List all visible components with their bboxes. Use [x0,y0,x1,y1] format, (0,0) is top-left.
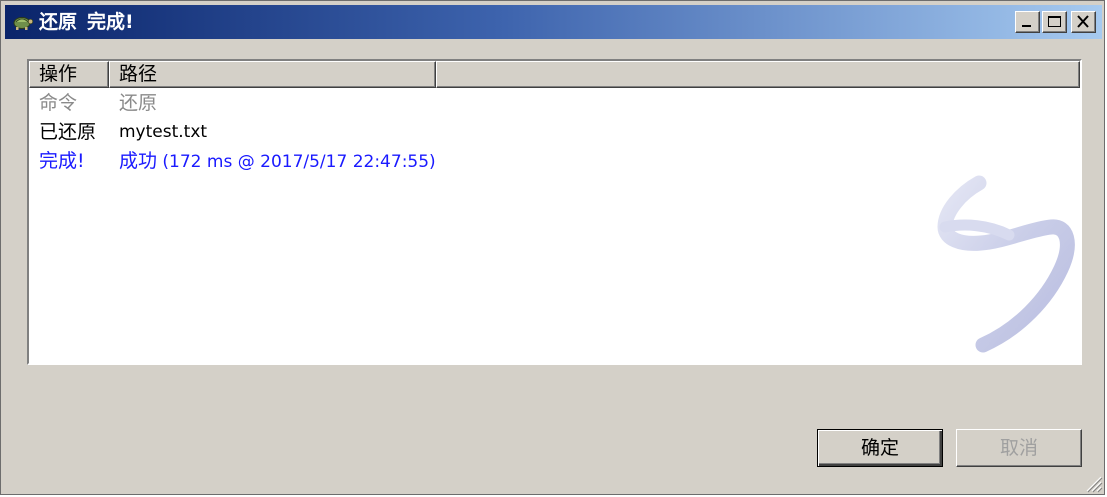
list-header: 操作 路径 [29,61,1080,88]
close-icon [1077,15,1089,28]
column-header-filler[interactable] [436,61,1080,88]
list-item-path-detail: (172 ms @ 2017/5/17 22:47:55) [157,152,436,172]
window-title-action: 还原 [39,11,78,33]
list-item-action: 已还原 [39,121,97,143]
list-item[interactable]: 已还原 mytest.txt [29,118,1080,146]
list-item-path-status: 成功 [119,150,158,172]
resize-grip-icon[interactable] [1081,471,1103,493]
revert-dialog: 还原 完成! 操作 路径 命令 还原 已还原 mytest.txt 完成! 成功… [0,0,1105,495]
column-header-path[interactable]: 路径 [109,61,436,88]
window-title-status: 完成! [87,11,134,33]
maximize-button[interactable] [1042,11,1067,33]
revert-arrow-icon [937,175,1075,353]
list-item[interactable]: 命令 还原 [29,89,1080,117]
list-item-action: 命令 [39,92,78,114]
minimize-icon [1022,25,1031,27]
minimize-button[interactable] [1015,11,1040,33]
list-item-path: 还原 [119,92,158,114]
tortoise-icon [13,17,33,30]
maximize-icon [1048,16,1061,27]
list-item-path: 成功 (172 ms @ 2017/5/17 22:47:55) [119,147,436,176]
list-item-action: 完成! [39,150,85,172]
ok-button[interactable]: 确定 [817,429,943,467]
result-list[interactable]: 操作 路径 命令 还原 已还原 mytest.txt 完成! 成功 (172 m… [27,59,1082,365]
column-header-action[interactable]: 操作 [29,61,109,88]
title-bar[interactable]: 还原 完成! [5,5,1102,39]
close-button[interactable] [1071,11,1096,33]
cancel-button[interactable]: 取消 [956,429,1082,467]
window-title: 还原 完成! [39,11,134,33]
list-item-path: mytest.txt [119,122,208,142]
